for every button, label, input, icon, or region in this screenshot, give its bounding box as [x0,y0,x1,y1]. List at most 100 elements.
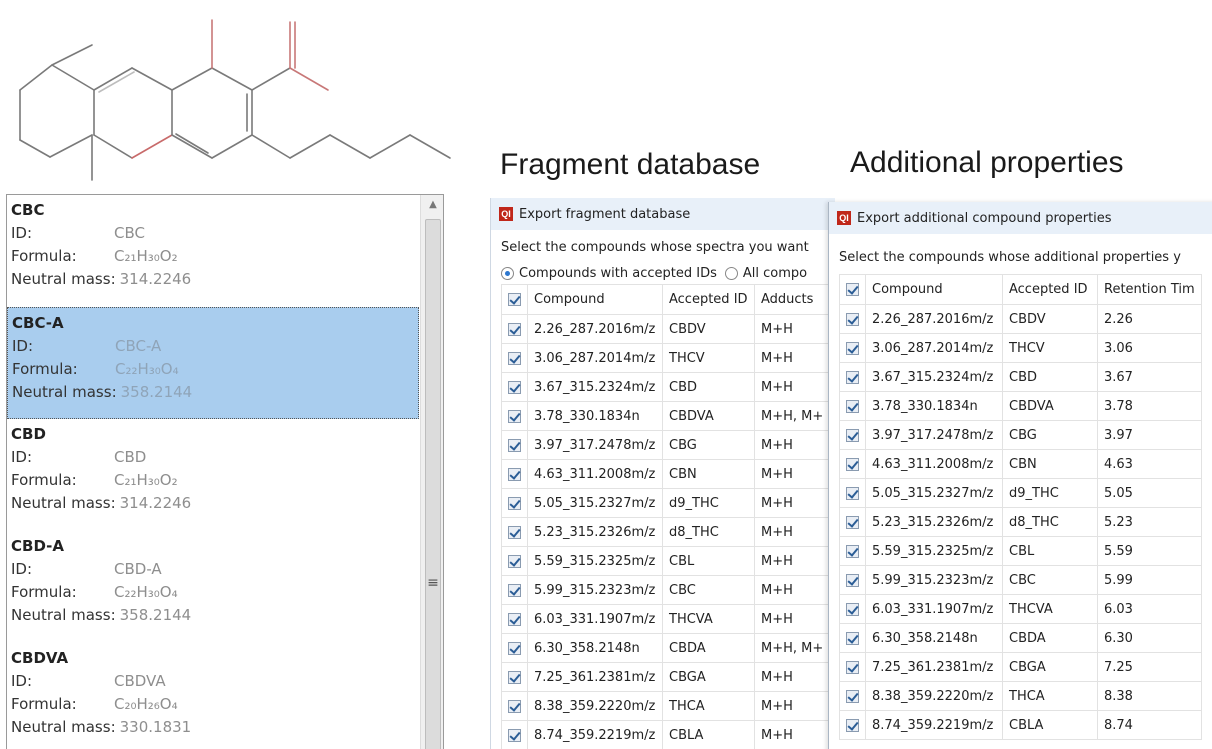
accepted-id-cell: d8_THC [1002,507,1098,537]
row-checkbox[interactable] [501,517,528,547]
compound-card-cbd[interactable]: CBD ID: CBD Formula: C₂₁H₃₀O₂ Neutral mass… [7,419,419,531]
table-row[interactable]: 2.26_287.2016m/z CBDV 2.26 [839,304,1202,334]
table-row[interactable]: 8.38_359.2220m/z THCA M+H [501,691,831,721]
row-checkbox[interactable] [839,449,866,479]
table-row[interactable]: 2.26_287.2016m/z CBDV M+H [501,314,831,344]
dialog-title: Export fragment database [519,206,691,222]
row-checkbox[interactable] [839,681,866,711]
row-checkbox[interactable] [501,488,528,518]
table-row[interactable]: 7.25_361.2381m/z CBGA 7.25 [839,652,1202,682]
row-checkbox[interactable] [501,343,528,373]
column-header-accepted-id[interactable]: Accepted ID [1002,274,1098,305]
dialog-titlebar[interactable]: QI Export fragment database [491,198,835,230]
row-checkbox[interactable] [839,478,866,508]
dialog-title: Export additional compound properties [857,210,1112,226]
column-header-adducts[interactable]: Adducts [753,284,831,315]
row-checkbox[interactable] [501,720,528,749]
row-checkbox[interactable] [839,623,866,653]
id-label: ID: [11,224,33,242]
row-checkbox[interactable] [839,565,866,595]
table-row[interactable]: 7.25_361.2381m/z CBGA M+H [501,662,831,692]
table-row[interactable]: 3.67_315.2324m/z CBD M+H [501,372,831,402]
molecule-structure-image [19,19,451,181]
row-checkbox[interactable] [501,575,528,605]
row-checkbox[interactable] [839,710,866,740]
scroll-up-arrow-icon[interactable]: ▲ [421,195,443,215]
table-row[interactable]: 5.99_315.2323m/z CBC 5.99 [839,565,1202,595]
table-row[interactable]: 5.59_315.2325m/z CBL M+H [501,546,831,576]
row-checkbox[interactable] [501,691,528,721]
row-checkbox[interactable] [839,333,866,363]
row-checkbox[interactable] [501,633,528,663]
column-header-accepted-id[interactable]: Accepted ID [662,284,755,315]
checkbox-checked-icon [508,496,521,510]
accepted-id-cell: THCA [1002,681,1098,711]
table-row[interactable]: 5.59_315.2325m/z CBL 5.59 [839,536,1202,566]
vertical-scrollbar[interactable]: ▲ ≡ [420,195,443,749]
table-row[interactable]: 3.78_330.1834n CBDVA M+H, M+ [501,401,831,431]
all-compounds-radio[interactable] [724,266,738,280]
checkbox-checked-icon [846,631,859,645]
accepted-ids-radio-label[interactable]: Compounds with accepted IDs [519,266,717,281]
compound-card-cbd-a[interactable]: CBD-A ID: CBD-A Formula: C₂₂H₃₀O₄ Neutral … [7,531,419,643]
table-row[interactable]: 6.30_358.2148n CBDA M+H, M+ [501,633,831,663]
select-all-checkbox[interactable] [839,274,866,305]
row-checkbox[interactable] [839,391,866,421]
table-row[interactable]: 3.67_315.2324m/z CBD 3.67 [839,362,1202,392]
checkbox-checked-icon [508,554,521,568]
table-row[interactable]: 6.03_331.1907m/z THCVA 6.03 [839,594,1202,624]
table-row[interactable]: 6.30_358.2148n CBDA 6.30 [839,623,1202,653]
table-row[interactable]: 8.74_359.2219m/z CBLA 8.74 [839,710,1202,740]
table-row[interactable]: 8.38_359.2220m/z THCA 8.38 [839,681,1202,711]
table-row[interactable]: 5.99_315.2323m/z CBC M+H [501,575,831,605]
table-row[interactable]: 5.23_315.2326m/z d8_THC M+H [501,517,831,547]
row-checkbox[interactable] [501,546,528,576]
dialog-titlebar[interactable]: QI Export additional compound properties [829,202,1212,234]
accepted-id-cell: CBN [662,459,755,489]
scrollbar-thumb[interactable]: ≡ [425,219,441,749]
compound-name: CBC [11,201,45,219]
table-row[interactable]: 5.05_315.2327m/z d9_THC M+H [501,488,831,518]
compound-card-cbdva[interactable]: CBDVA ID: CBDVA Formula: C₂₀H₂₆O₄ Neutral … [7,643,419,749]
select-all-checkbox[interactable] [501,284,528,315]
retention-time-cell: 3.67 [1097,362,1202,392]
table-row[interactable]: 4.63_311.2008m/z CBN 4.63 [839,449,1202,479]
table-row[interactable]: 3.06_287.2014m/z THCV M+H [501,343,831,373]
table-row[interactable]: 5.23_315.2326m/z d8_THC 5.23 [839,507,1202,537]
checkbox-checked-icon [846,573,859,587]
row-checkbox[interactable] [839,507,866,537]
row-checkbox[interactable] [501,662,528,692]
column-header-compound[interactable]: Compound [527,284,663,315]
row-checkbox[interactable] [501,401,528,431]
compound-card-cbc[interactable]: CBC ID: CBC Formula: C₂₁H₃₀O₂ Neutral mass… [7,195,419,307]
row-checkbox[interactable] [839,304,866,334]
neutral-mass-value: 358.2144 [119,606,192,624]
row-checkbox[interactable] [501,314,528,344]
table-row[interactable]: 3.06_287.2014m/z THCV 3.06 [839,333,1202,363]
row-checkbox[interactable] [501,372,528,402]
table-row[interactable]: 5.05_315.2327m/z d9_THC 5.05 [839,478,1202,508]
id-value: CBD-A [114,560,162,578]
all-compounds-radio-label[interactable]: All compo [743,266,807,281]
table-row[interactable]: 3.97_317.2478m/z CBG M+H [501,430,831,460]
column-header-retention-time[interactable]: Retention Tim [1097,274,1202,305]
table-row[interactable]: 6.03_331.1907m/z THCVA M+H [501,604,831,634]
compound-card-cbc-a[interactable]: CBC-A ID: CBC-A Formula: C₂₂H₃₀O₄ Neutral … [7,307,419,419]
table-row[interactable]: 3.78_330.1834n CBDVA 3.78 [839,391,1202,421]
adducts-cell: M+H [753,372,831,402]
table-row[interactable]: 8.74_359.2219m/z CBLA M+H [501,720,831,749]
column-header-compound[interactable]: Compound [865,274,1003,305]
row-checkbox[interactable] [501,604,528,634]
row-checkbox[interactable] [501,430,528,460]
row-checkbox[interactable] [839,420,866,450]
row-checkbox[interactable] [839,362,866,392]
neutral-mass-value: 314.2246 [119,494,192,512]
accepted-ids-radio[interactable] [501,266,514,280]
table-row[interactable]: 3.97_317.2478m/z CBG 3.97 [839,420,1202,450]
row-checkbox[interactable] [839,594,866,624]
row-checkbox[interactable] [839,536,866,566]
row-checkbox[interactable] [839,652,866,682]
table-row[interactable]: 4.63_311.2008m/z CBN M+H [501,459,831,489]
row-checkbox[interactable] [501,459,528,489]
table-header-row: Compound Accepted ID Adducts [501,284,831,315]
